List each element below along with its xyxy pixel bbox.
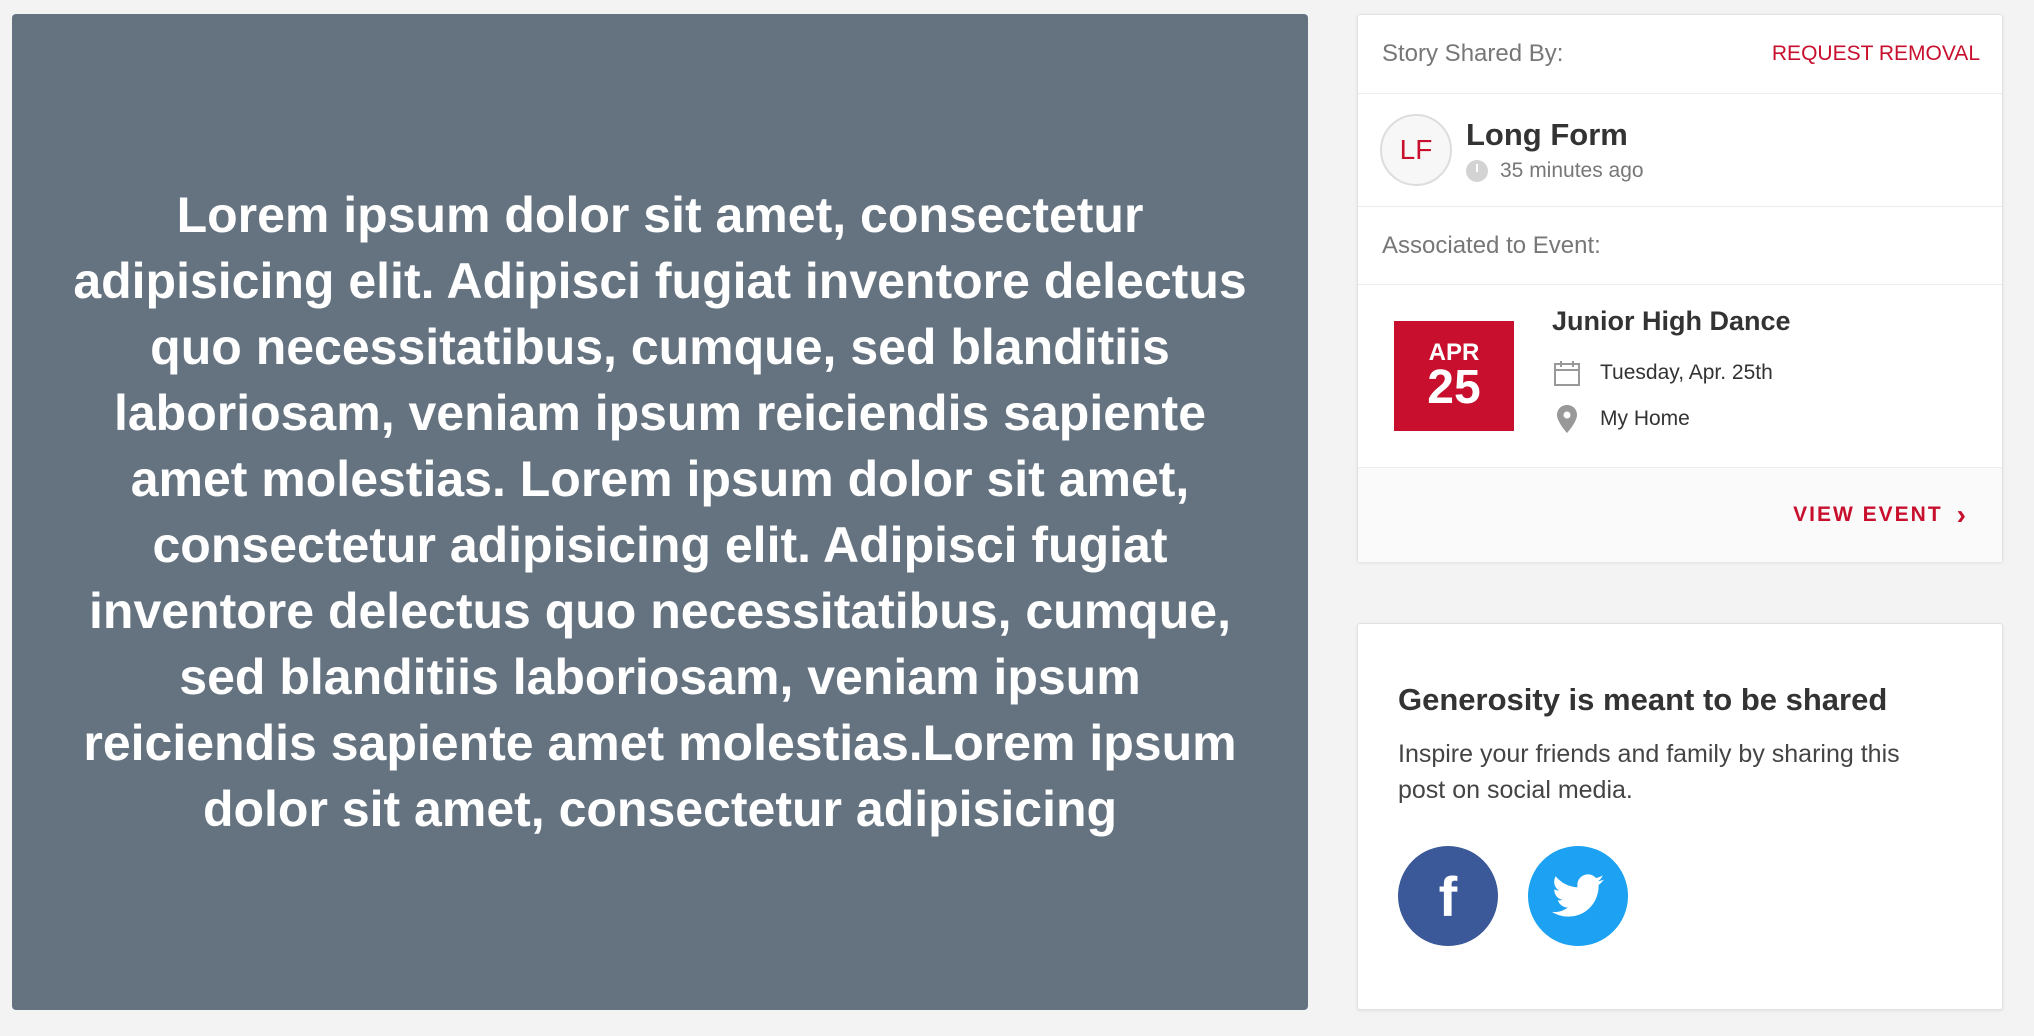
- view-event-link[interactable]: VIEW EVENT ›: [1793, 499, 1968, 531]
- author-row: LF Long Form 35 minutes ago: [1358, 94, 2002, 207]
- associated-row: Associated to Event:: [1358, 207, 2002, 285]
- event-details: Junior High Dance Tuesday, Apr. 25th My …: [1552, 306, 1791, 447]
- story-panel: Lorem ipsum dolor sit amet, consectetur …: [12, 14, 1308, 1010]
- event-location-line: My Home: [1552, 401, 1791, 437]
- avatar: LF: [1380, 114, 1452, 186]
- social-heading: Generosity is meant to be shared: [1398, 682, 1888, 717]
- twitter-share-button[interactable]: [1528, 846, 1628, 946]
- event-footer: VIEW EVENT ›: [1358, 468, 2002, 562]
- event-day: 25: [1427, 361, 1481, 414]
- associated-label: Associated to Event:: [1382, 231, 1601, 259]
- social-icons: f: [1398, 846, 1962, 946]
- event-row: APR 25 Junior High Dance Tuesday, Apr. 2…: [1358, 285, 2002, 468]
- social-body: Inspire your friends and family by shari…: [1398, 740, 1900, 804]
- time-ago: 35 minutes ago: [1500, 159, 1644, 182]
- event-date-badge: APR 25: [1394, 321, 1514, 431]
- clock-icon: [1466, 160, 1488, 182]
- chevron-right-icon: ›: [1956, 499, 1968, 530]
- author-time: 35 minutes ago: [1466, 159, 1644, 183]
- shared-by-label: Story Shared By:: [1382, 40, 1564, 67]
- event-date-line: Tuesday, Apr. 25th: [1552, 355, 1791, 391]
- twitter-icon: [1552, 874, 1604, 917]
- view-event-label: VIEW EVENT: [1793, 503, 1943, 526]
- social-share-card: Generosity is meant to be shared Inspire…: [1357, 623, 2003, 1010]
- shared-by-row: Story Shared By: REQUEST REMOVAL: [1358, 15, 2002, 94]
- calendar-icon: [1552, 359, 1582, 387]
- event-location: My Home: [1600, 406, 1690, 430]
- facebook-icon: f: [1438, 864, 1458, 928]
- facebook-share-button[interactable]: f: [1398, 846, 1498, 946]
- location-pin-icon: [1552, 404, 1582, 433]
- request-removal-link[interactable]: REQUEST REMOVAL: [1772, 42, 1980, 66]
- author-info: Long Form 35 minutes ago: [1466, 117, 1644, 183]
- event-date: Tuesday, Apr. 25th: [1600, 360, 1773, 384]
- event-title: Junior High Dance: [1552, 305, 1791, 336]
- share-info-card: Story Shared By: REQUEST REMOVAL LF Long…: [1357, 14, 2003, 562]
- author-name: Long Form: [1466, 117, 1628, 152]
- story-text: Lorem ipsum dolor sit amet, consectetur …: [73, 187, 1247, 837]
